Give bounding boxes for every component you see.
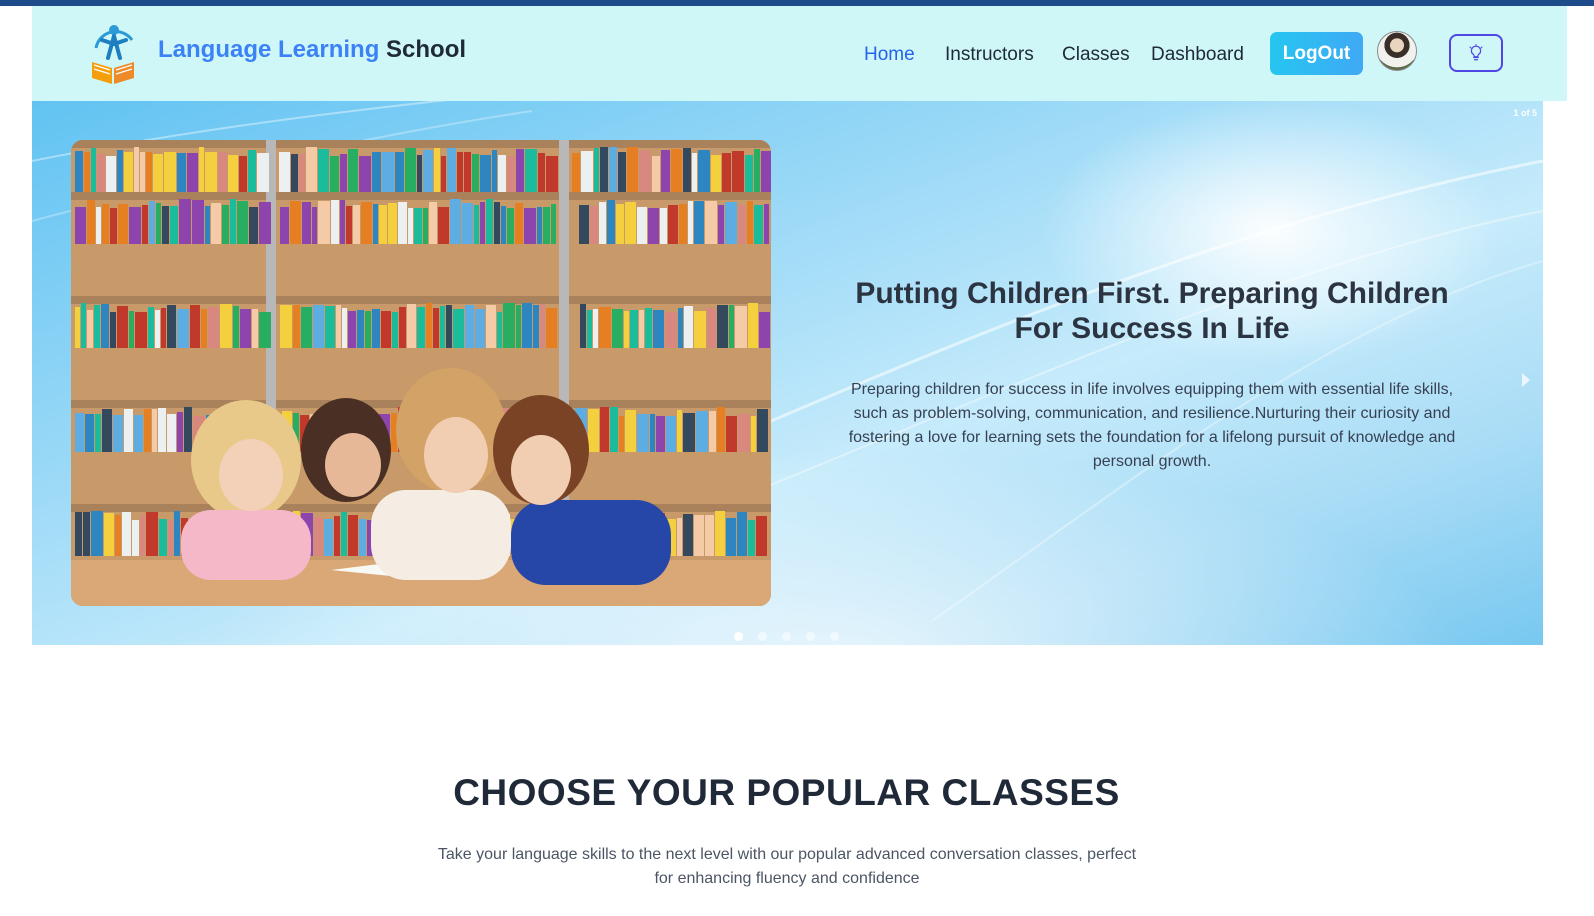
nav-dashboard[interactable]: Dashboard [1151, 44, 1244, 66]
carousel-dot-3[interactable] [782, 632, 791, 641]
hero-slide-image [71, 140, 771, 606]
classes-section-description: Take your language skills to the next le… [437, 846, 1137, 887]
carousel-next-arrow-icon[interactable] [1522, 373, 1530, 387]
carousel-dot-2[interactable] [758, 632, 767, 641]
brand-title-part1: Language Learning [158, 36, 380, 63]
nav-home[interactable]: Home [864, 44, 915, 66]
nav-instructors[interactable]: Instructors [945, 44, 1034, 66]
hero-description: Preparing children for success in life i… [848, 381, 1456, 470]
classes-section-title: CHOOSE YOUR POPULAR CLASSES [453, 772, 1120, 813]
carousel-dot-1[interactable] [734, 632, 743, 641]
lightbulb-icon [1469, 44, 1483, 61]
navbar: Language Learning School Home Instructor… [32, 6, 1567, 101]
hero-carousel: 1 of 5 Putting Children First. Preparing… [32, 101, 1543, 645]
brand-title-part2: School [386, 36, 467, 63]
nav-classes[interactable]: Classes [1062, 44, 1130, 66]
hero-title: Putting Children First. Preparing Childr… [855, 277, 1449, 345]
school-logo-icon[interactable] [88, 18, 138, 86]
logout-button[interactable]: LogOut [1270, 32, 1363, 75]
carousel-dots [734, 632, 839, 641]
theme-toggle-button[interactable] [1449, 34, 1503, 72]
carousel-dot-5[interactable] [830, 632, 839, 641]
carousel-dot-4[interactable] [806, 632, 815, 641]
brand-title[interactable]: Language Learning School [158, 36, 466, 64]
user-avatar[interactable] [1377, 31, 1417, 71]
slide-counter: 1 of 5 [1513, 108, 1537, 118]
